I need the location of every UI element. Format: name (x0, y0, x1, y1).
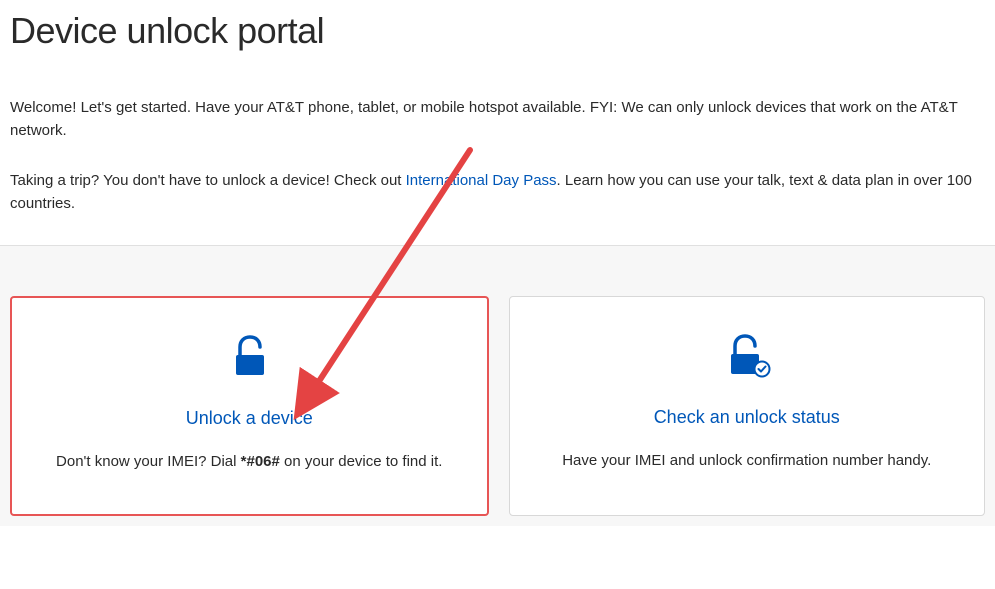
unlock-device-card[interactable]: Unlock a device Don't know your IMEI? Di… (10, 296, 489, 516)
unlock-desc-suffix: on your device to find it. (280, 453, 443, 470)
international-day-pass-link[interactable]: International Day Pass (406, 172, 557, 189)
cards-section: Unlock a device Don't know your IMEI? Di… (0, 245, 995, 526)
unlock-icon (37, 328, 462, 383)
status-icon (535, 327, 960, 382)
page-title: Device unlock portal (10, 10, 985, 52)
trip-prefix: Taking a trip? You don't have to unlock … (10, 172, 406, 189)
unlock-imei-code: *#06# (241, 453, 280, 470)
unlock-card-desc: Don't know your IMEI? Dial *#06# on your… (37, 451, 462, 474)
status-card-desc: Have your IMEI and unlock confirmation n… (535, 450, 960, 473)
intro-welcome-text: Welcome! Let's get started. Have your AT… (10, 97, 985, 142)
intro-trip-text: Taking a trip? You don't have to unlock … (10, 170, 985, 215)
unlock-card-title: Unlock a device (37, 408, 462, 429)
unlock-desc-prefix: Don't know your IMEI? Dial (56, 453, 241, 470)
status-card-title: Check an unlock status (535, 407, 960, 428)
check-status-card[interactable]: Check an unlock status Have your IMEI an… (509, 296, 986, 516)
